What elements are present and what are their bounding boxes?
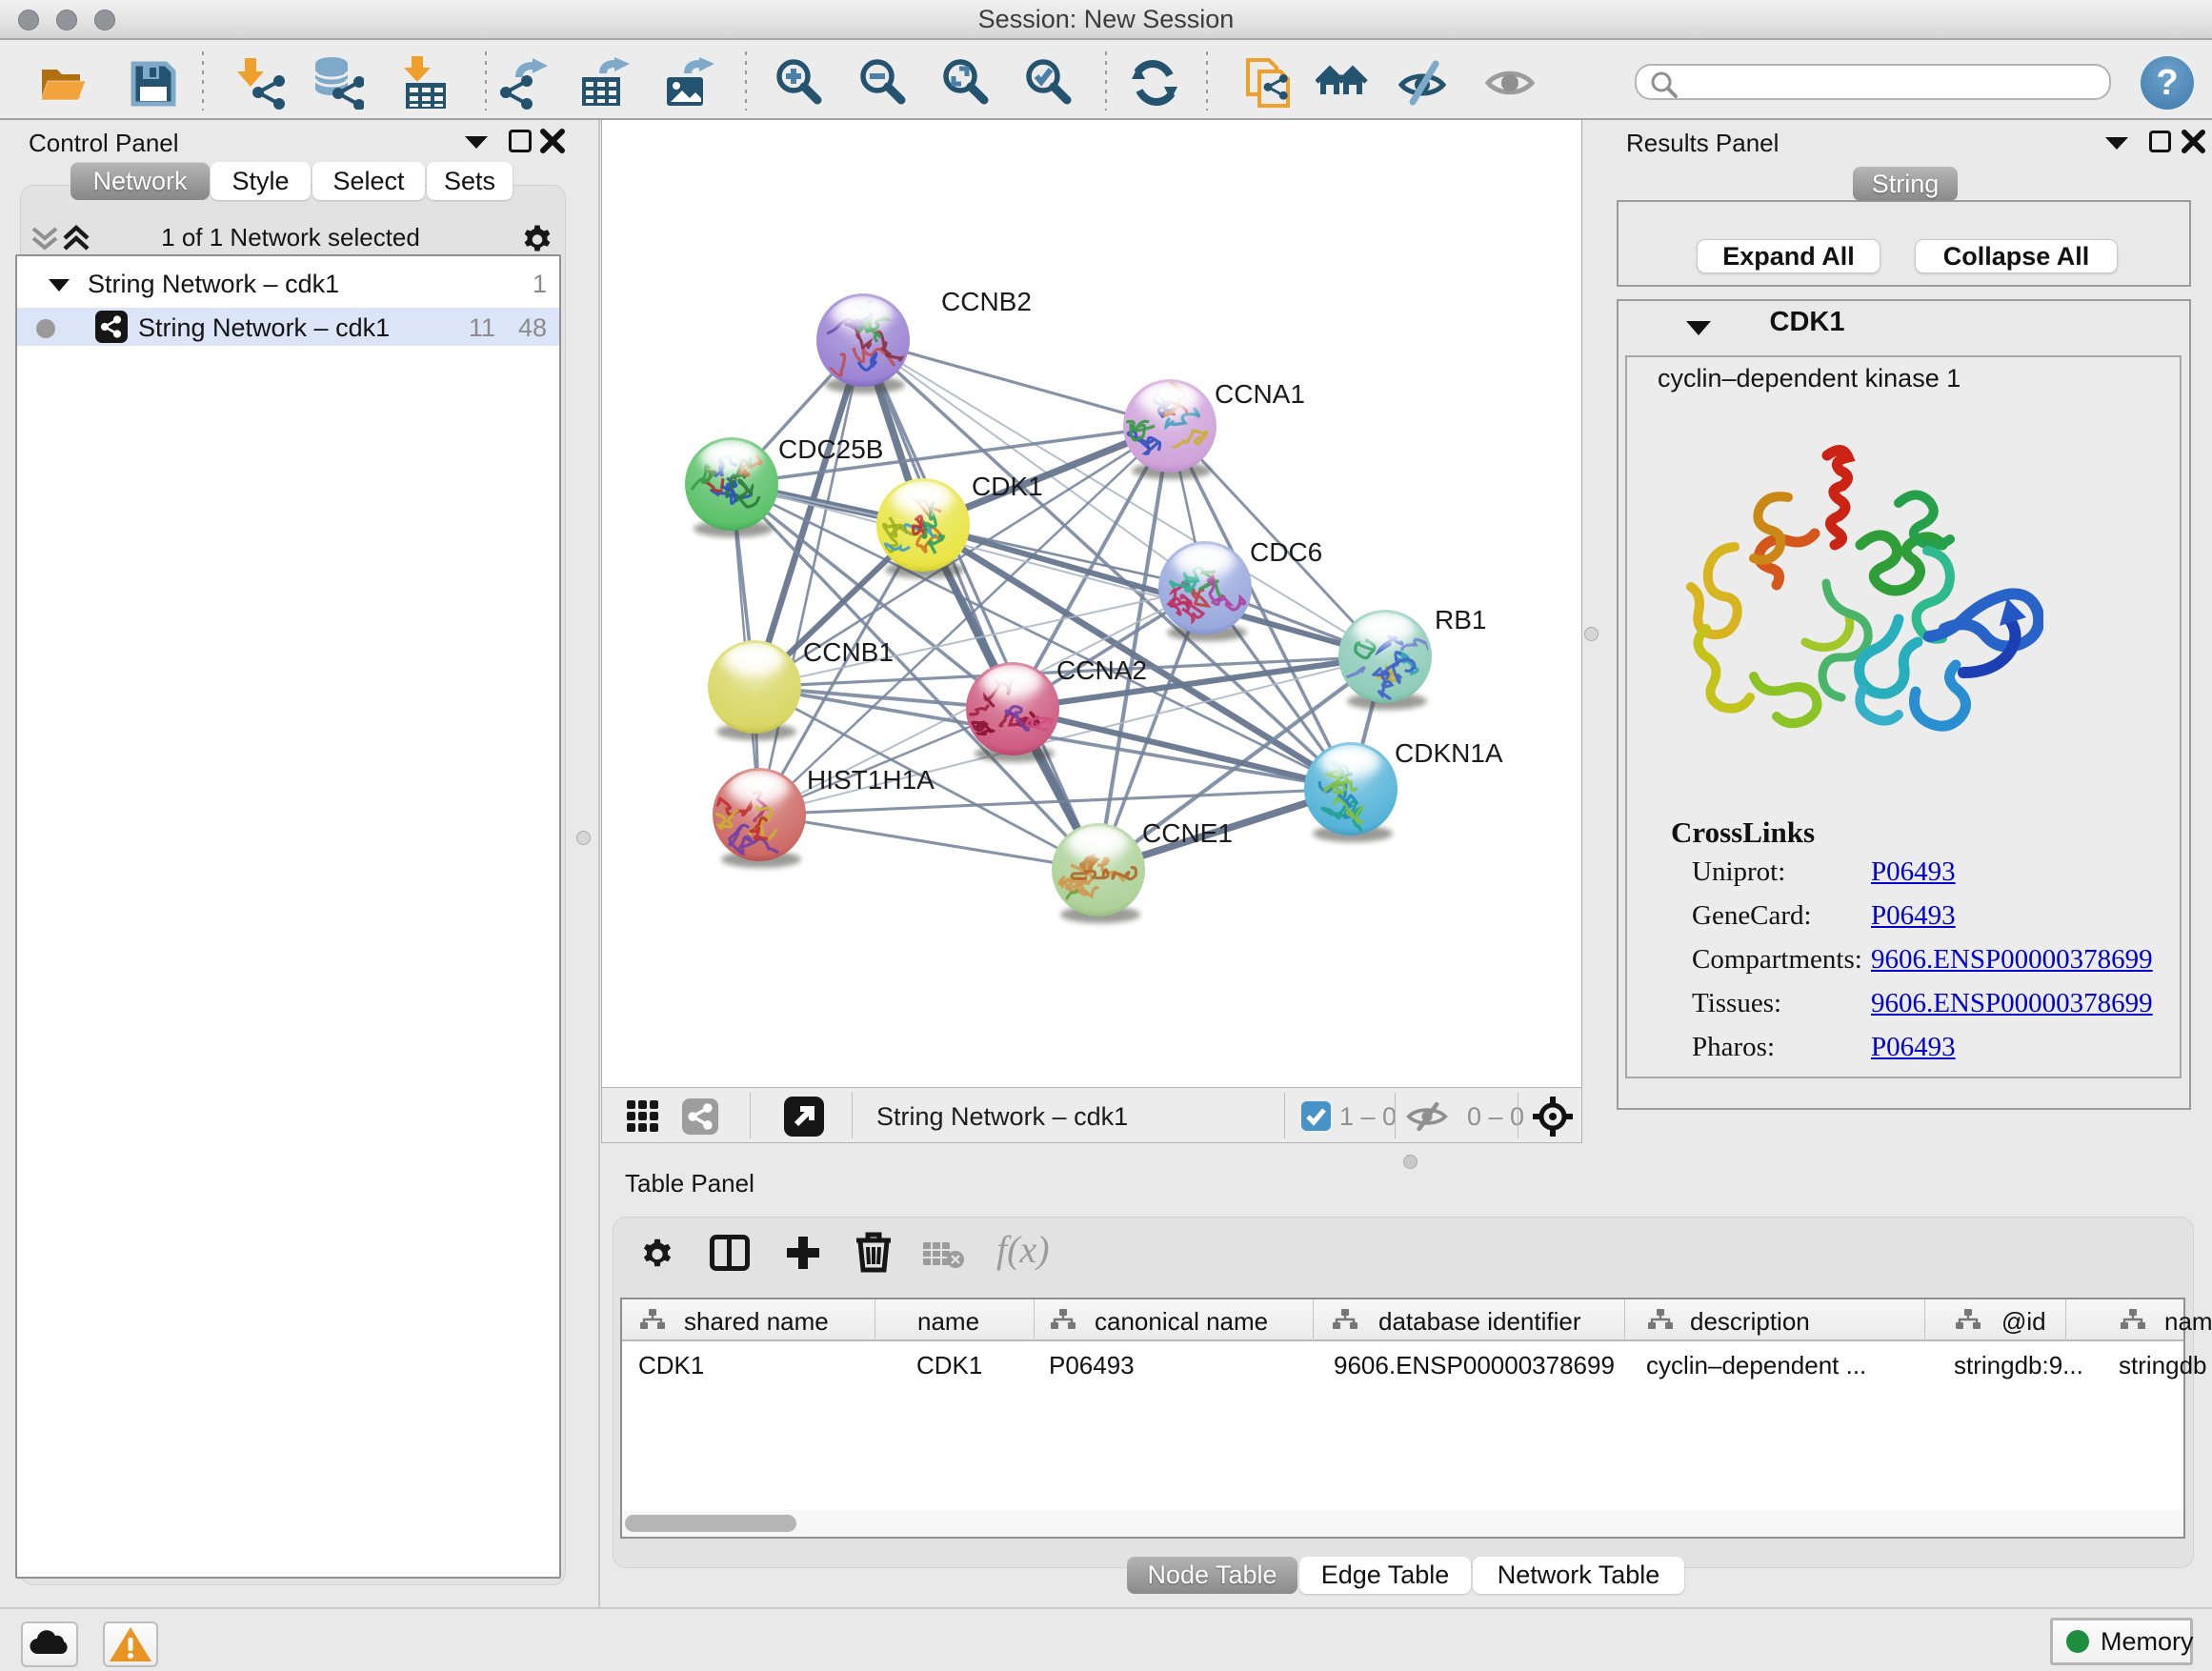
svg-text:CDC6: CDC6 bbox=[1250, 537, 1322, 567]
svg-text:CDKN1A: CDKN1A bbox=[1395, 738, 1503, 768]
svg-text:CCNB1: CCNB1 bbox=[803, 637, 894, 667]
svg-text:RB1: RB1 bbox=[1435, 605, 1486, 634]
svg-text:CCNE1: CCNE1 bbox=[1142, 818, 1233, 848]
svg-text:CCNA1: CCNA1 bbox=[1215, 379, 1305, 409]
svg-text:CCNA2: CCNA2 bbox=[1056, 655, 1147, 685]
svg-text:CCNB2: CCNB2 bbox=[941, 287, 1032, 316]
svg-text:HIST1H1A: HIST1H1A bbox=[807, 765, 935, 795]
svg-text:CDC25B: CDC25B bbox=[778, 434, 883, 464]
svg-text:CDK1: CDK1 bbox=[972, 472, 1043, 501]
